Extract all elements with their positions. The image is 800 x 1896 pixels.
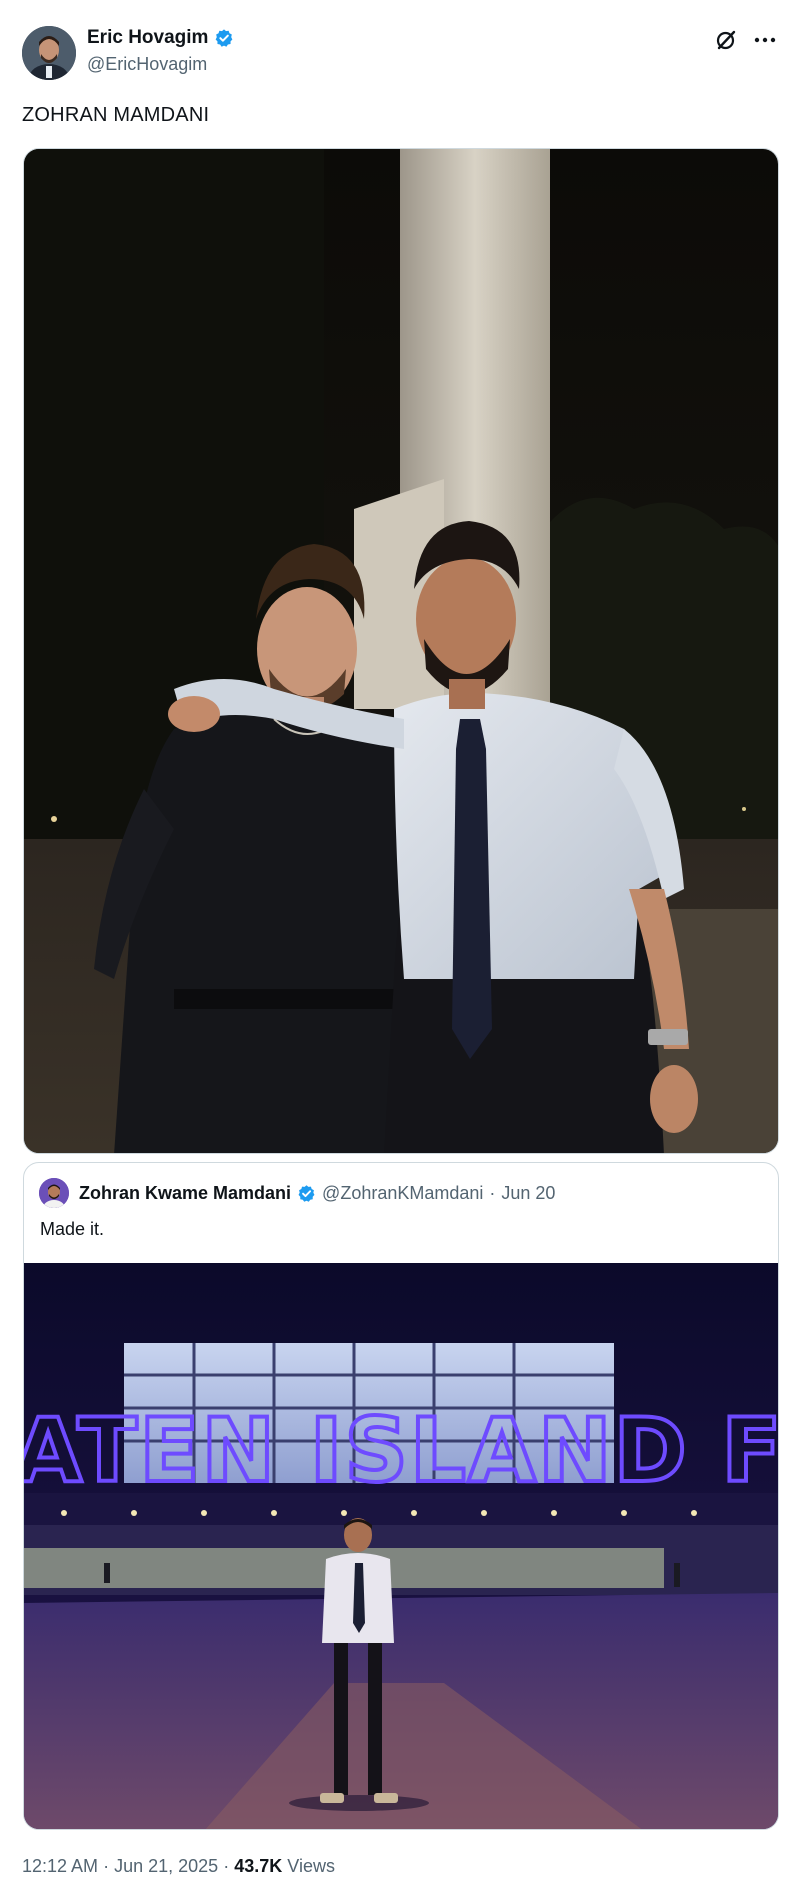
quoted-author-handle[interactable]: @ZohranKMamdani <box>322 1183 483 1204</box>
meta-separator: · <box>103 1856 110 1876</box>
author-avatar-image <box>22 26 76 80</box>
tweet-meta: 12:12 AM · Jun 21, 2025 · 43.7K Views <box>22 1856 335 1877</box>
author-avatar[interactable] <box>22 26 76 80</box>
tweet-date[interactable]: Jun 21, 2025 <box>114 1856 218 1876</box>
quoted-tweet-photo-image: ATEN ISLAND FERR <box>24 1263 779 1829</box>
tweet-actions <box>714 28 778 52</box>
views-count[interactable]: 43.7K <box>234 1856 282 1876</box>
grok-icon[interactable] <box>714 28 738 52</box>
tweet-time[interactable]: 12:12 AM <box>22 1856 98 1876</box>
quoted-tweet-date[interactable]: Jun 20 <box>501 1183 555 1204</box>
author-display-name[interactable]: Eric Hovagim <box>87 27 208 49</box>
ferry-sign-text: ATEN ISLAND FERR <box>24 1399 779 1502</box>
quoted-tweet[interactable]: Zohran Kwame Mamdani @ZohranKMamdani · J… <box>23 1162 779 1830</box>
verified-badge-icon <box>216 29 233 47</box>
quoted-separator: · <box>489 1182 496 1203</box>
tweet-photo-image <box>24 149 778 1153</box>
quoted-author-avatar-image <box>39 1178 69 1208</box>
tweet-text: ZOHRAN MAMDANI <box>22 104 210 126</box>
verified-badge-icon <box>298 1184 315 1202</box>
meta-separator: · <box>223 1856 230 1876</box>
quoted-tweet-photo[interactable]: ATEN ISLAND FERR <box>24 1263 779 1829</box>
views-label: Views <box>287 1856 335 1876</box>
tweet-header: Eric Hovagim @EricHovagim <box>22 24 778 82</box>
quoted-author-display-name[interactable]: Zohran Kwame Mamdani <box>79 1183 291 1204</box>
quoted-author-avatar[interactable] <box>39 1178 69 1208</box>
quoted-tweet-text: Made it. <box>40 1219 105 1239</box>
author-names: Eric Hovagim @EricHovagim <box>87 27 234 75</box>
author-handle[interactable]: @EricHovagim <box>87 54 234 75</box>
more-icon[interactable] <box>752 28 778 52</box>
tweet-photo[interactable] <box>23 148 779 1154</box>
quoted-tweet-header: Zohran Kwame Mamdani @ZohranKMamdani · J… <box>39 1178 555 1208</box>
